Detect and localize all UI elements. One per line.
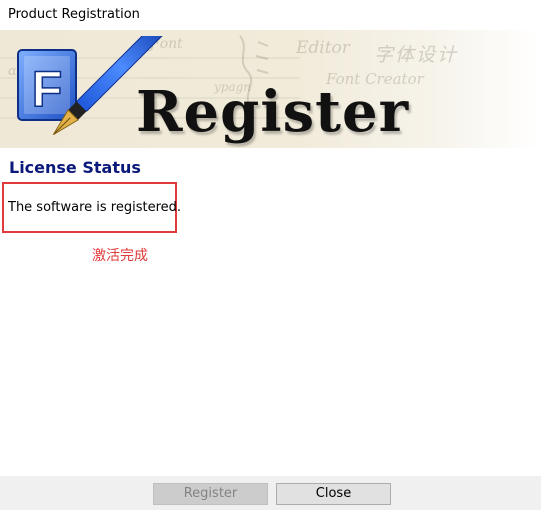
window-title: Product Registration — [8, 7, 140, 22]
svg-text:F: F — [32, 61, 63, 117]
banner-watermark-cjk: 字体设计 — [374, 44, 459, 66]
title-bar: Product Registration — [0, 0, 541, 30]
close-button-label: Close — [315, 486, 352, 501]
register-button-label: Register — [183, 486, 238, 501]
activation-annotation: 激活完成 — [92, 248, 148, 264]
close-button[interactable]: Close — [276, 483, 391, 505]
banner-watermark-editor: Editor — [296, 38, 350, 58]
license-status-title: License Status — [9, 158, 141, 177]
license-status-text: The software is registered. — [8, 200, 182, 215]
dialog-footer: Register Close — [0, 476, 541, 510]
register-heading: Register — [136, 79, 410, 145]
register-banner: Ƒont ɑʀɑɡ ypagn Editor 字体设计 Font Creator… — [0, 30, 541, 148]
product-registration-window: Product Registration Ƒont ɑʀɑɡ ypagn Edi… — [0, 0, 541, 510]
register-button[interactable]: Register — [153, 483, 268, 505]
